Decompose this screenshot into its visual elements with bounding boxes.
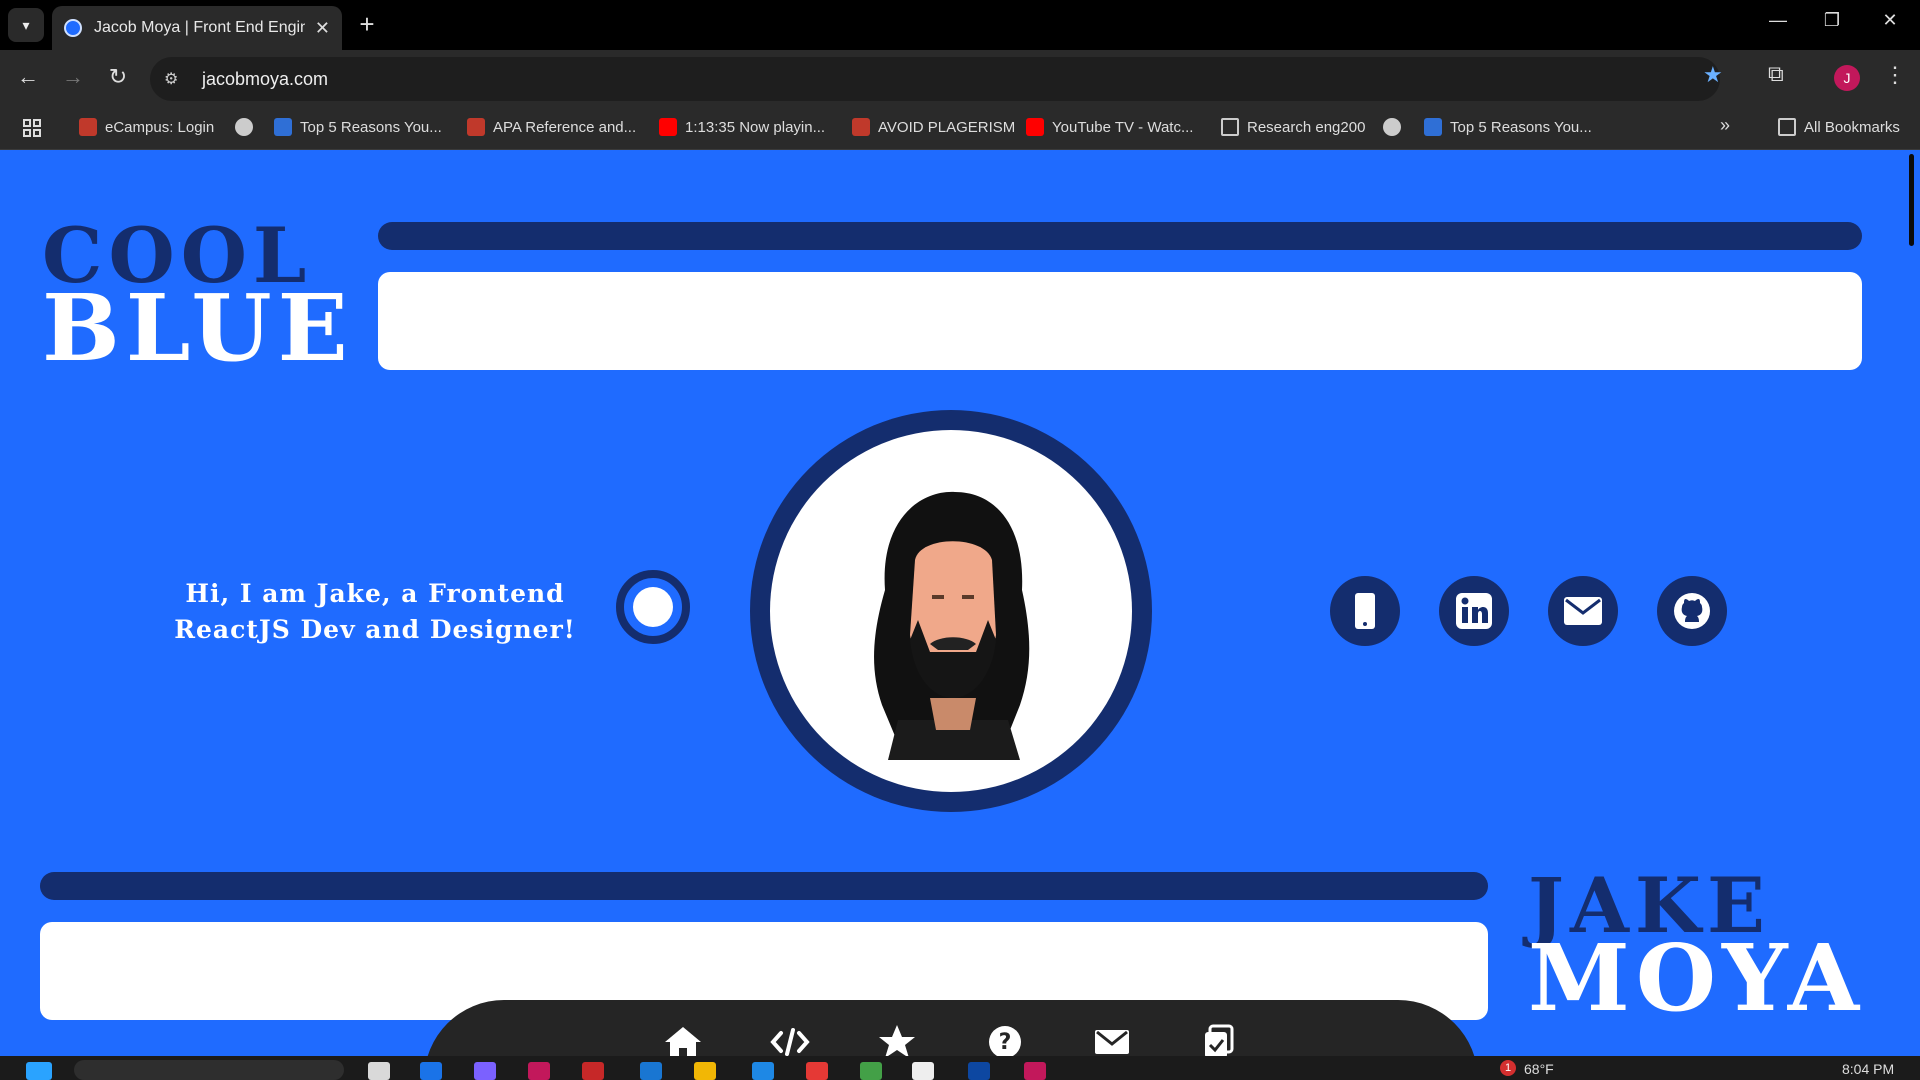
all-bookmarks-button[interactable]: All Bookmarks [1778, 118, 1900, 136]
folder-icon [1778, 118, 1796, 136]
top-content-panel [378, 272, 1862, 370]
new-tab-button[interactable]: + [352, 10, 382, 40]
browser-menu-icon[interactable]: ⋮ [1884, 62, 1906, 88]
d-icon [274, 118, 292, 136]
bookmark-item[interactable]: Top 5 Reasons You... [1424, 118, 1592, 136]
intro-text: Hi, I am Jake, a Frontend ReactJS Dev an… [174, 579, 576, 644]
email-icon[interactable] [1548, 576, 1618, 646]
os-taskbar: 1 68°F 8:04 PM [0, 1056, 1920, 1080]
d-icon [1424, 118, 1442, 136]
logo-line-2: MOYA [1528, 924, 1866, 1032]
bookmark-label: AVOID PLAGERISM [878, 118, 1016, 136]
bookmark-item[interactable]: 1:13:35 Now playin... [659, 118, 825, 136]
extensions-icon[interactable]: ⧉ [1768, 61, 1784, 87]
bookmark-item[interactable]: APA Reference and... [467, 118, 636, 136]
tab-strip: ▾ Jacob Moya | Front End Engineer ✕ + — … [0, 0, 1920, 50]
taskview-icon[interactable] [368, 1062, 390, 1080]
restore-icon[interactable]: ❐ [1810, 10, 1854, 31]
app-icon[interactable] [860, 1062, 882, 1080]
more-bookmarks-icon[interactable]: » [1720, 115, 1730, 136]
start-icon[interactable] [26, 1062, 52, 1080]
close-tab-icon[interactable]: ✕ [315, 18, 330, 39]
bookmark-item[interactable] [235, 118, 261, 136]
app-icon[interactable] [640, 1062, 662, 1080]
folder-icon [1221, 118, 1239, 136]
site-info-icon[interactable]: ⚙ [164, 69, 188, 89]
bookmark-label: YouTube TV - Watc... [1052, 118, 1194, 136]
all-bookmarks-label: All Bookmarks [1804, 118, 1900, 136]
forward-icon[interactable]: → [58, 64, 88, 90]
reload-icon[interactable]: ↻ [103, 64, 133, 90]
avatar-image [770, 430, 1132, 792]
file-explorer-icon[interactable] [694, 1062, 716, 1080]
top-accent-bar [378, 222, 1862, 250]
logo-line-2: BLUE [42, 274, 354, 382]
minimize-icon[interactable]: — [1756, 10, 1800, 31]
tab-title: Jacob Moya | Front End Engineer [94, 19, 305, 36]
app-icon[interactable] [806, 1062, 828, 1080]
app-icon[interactable] [474, 1062, 496, 1080]
cool-blue-logo[interactable]: COOL BLUE [42, 218, 354, 382]
bookmark-label: Top 5 Reasons You... [1450, 118, 1592, 136]
chrome-icon[interactable] [1024, 1062, 1046, 1080]
app-icon[interactable] [912, 1062, 934, 1080]
back-icon[interactable]: ← [13, 64, 43, 90]
apa-icon [467, 118, 485, 136]
apps-grid-icon[interactable] [22, 118, 42, 138]
svg-text:?: ? [999, 1030, 1012, 1055]
globe-icon [235, 118, 253, 136]
bookmark-item[interactable]: AVOID PLAGERISM [852, 118, 1015, 136]
page-scrollbar[interactable] [1902, 150, 1920, 1056]
search-box[interactable] [74, 1060, 344, 1080]
youtube-icon [1026, 118, 1044, 136]
weather-badge: 1 [1500, 1060, 1516, 1076]
bookmark-star-icon[interactable]: ★ [1703, 62, 1723, 88]
theme-toggle[interactable] [616, 570, 690, 644]
clock[interactable]: 8:04 PM [1842, 1061, 1894, 1077]
bookmark-label: 1:13:35 Now playin... [685, 118, 826, 136]
github-icon[interactable] [1657, 576, 1727, 646]
profile-avatar[interactable]: J [1834, 65, 1860, 91]
bookmark-label: Research eng200 [1247, 118, 1366, 136]
bookmark-item[interactable] [1383, 118, 1409, 136]
ecampus-icon [79, 118, 97, 136]
app-icon[interactable] [582, 1062, 604, 1080]
youtube-icon [659, 118, 677, 136]
avatar [750, 410, 1152, 812]
active-tab[interactable]: Jacob Moya | Front End Engineer ✕ [52, 6, 342, 50]
toggle-knob [633, 587, 673, 627]
app-icon[interactable] [752, 1062, 774, 1080]
bookmark-item[interactable]: eCampus: Login [79, 118, 214, 136]
plagiarism-icon [852, 118, 870, 136]
address-bar[interactable]: ⚙ jacobmoya.com [150, 57, 1720, 101]
bookmark-label: APA Reference and... [493, 118, 637, 136]
app-icon[interactable] [528, 1062, 550, 1080]
linkedin-icon[interactable] [1439, 576, 1509, 646]
bookmark-label: eCampus: Login [105, 118, 215, 136]
bookmark-item[interactable]: Research eng200 [1221, 118, 1365, 136]
temperature: 68°F [1524, 1061, 1554, 1077]
bookmark-item[interactable]: Top 5 Reasons You... [274, 118, 442, 136]
jake-moya-logo[interactable]: JAKE MOYA [1528, 868, 1866, 1032]
site-favicon [64, 19, 82, 37]
url-text: jacobmoya.com [202, 68, 329, 89]
browser-toolbar: ← → ↻ ⚙ jacobmoya.com [0, 50, 1920, 108]
app-icon[interactable] [968, 1062, 990, 1080]
phone-icon[interactable] [1330, 576, 1400, 646]
app-icon[interactable] [420, 1062, 442, 1080]
scrollbar-thumb[interactable] [1909, 154, 1914, 246]
close-window-icon[interactable]: ✕ [1868, 10, 1912, 31]
bottom-accent-bar [40, 872, 1488, 900]
tab-search-button[interactable]: ▾ [8, 8, 44, 42]
bookmark-label: Top 5 Reasons You... [300, 118, 442, 136]
bookmark-item[interactable]: YouTube TV - Watc... [1026, 118, 1193, 136]
bookmarks-bar: eCampus: Login Top 5 Reasons You... APA … [0, 108, 1920, 150]
cat-icon [1383, 118, 1401, 136]
